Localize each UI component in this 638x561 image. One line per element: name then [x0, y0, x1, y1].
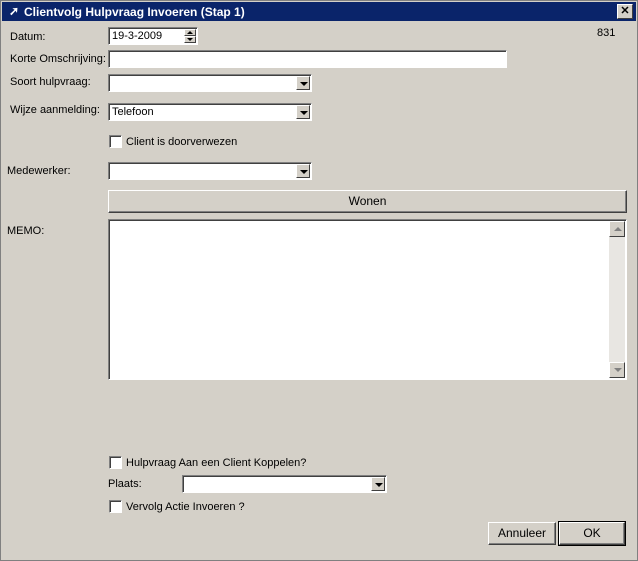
ok-button-label: OK [583, 526, 601, 540]
vervolg-checkbox[interactable] [109, 500, 122, 513]
client-doorverwezen-checkbox[interactable] [109, 135, 122, 148]
datum-value: 19-3-2009 [112, 30, 163, 42]
wijze-aanmelding-label: Wijze aanmelding: [10, 104, 100, 116]
chevron-down-icon[interactable] [296, 164, 310, 178]
title-bar[interactable]: ➚ Clientvolg Hulpvraag Invoeren (Stap 1)… [2, 2, 636, 21]
medewerker-label: Medewerker: [7, 165, 71, 177]
chevron-down-icon[interactable] [296, 76, 310, 90]
memo-textarea[interactable] [108, 219, 627, 380]
medewerker-select[interactable] [108, 162, 312, 180]
datum-label: Datum: [10, 31, 46, 43]
spin-up-icon[interactable] [184, 29, 196, 36]
soort-hulpvraag-label: Soort hulpvraag: [10, 76, 91, 88]
plaats-label: Plaats: [108, 478, 142, 490]
app-icon: ➚ [8, 4, 20, 18]
wonen-button-label: Wonen [348, 194, 387, 208]
client-doorverwezen-label[interactable]: Client is doorverwezen [126, 136, 237, 148]
datum-spinner[interactable] [184, 29, 196, 43]
dialog-window: ➚ Clientvolg Hulpvraag Invoeren (Stap 1)… [0, 0, 638, 561]
koppelen-label[interactable]: Hulpvraag Aan een Client Koppelen? [126, 457, 306, 469]
wijze-aanmelding-value: Telefoon [112, 106, 154, 118]
memo-label: MEMO: [7, 225, 45, 237]
scroll-down-icon[interactable] [609, 362, 625, 378]
wijze-aanmelding-select[interactable]: Telefoon [108, 103, 312, 121]
wonen-button[interactable]: Wonen [108, 190, 627, 213]
window-title: Clientvolg Hulpvraag Invoeren (Stap 1) [24, 5, 245, 19]
chevron-down-icon[interactable] [296, 105, 310, 119]
ok-button[interactable]: OK [558, 521, 626, 546]
korte-omschrijving-input[interactable] [108, 50, 507, 68]
cancel-button[interactable]: Annuleer [488, 522, 556, 545]
koppelen-checkbox[interactable] [109, 456, 122, 469]
cancel-button-label: Annuleer [497, 526, 547, 540]
datum-field[interactable]: 19-3-2009 [108, 27, 198, 45]
chevron-down-icon[interactable] [371, 477, 385, 491]
record-number: 831 [597, 27, 616, 39]
close-button[interactable]: ✕ [617, 4, 633, 19]
plaats-select[interactable] [182, 475, 387, 493]
vervolg-label[interactable]: Vervolg Actie Invoeren ? [126, 501, 245, 513]
soort-hulpvraag-select[interactable] [108, 74, 312, 92]
scroll-up-icon[interactable] [609, 221, 625, 237]
memo-scrollbar[interactable] [609, 221, 625, 378]
close-icon: ✕ [620, 5, 630, 17]
korte-omschrijving-label: Korte Omschrijving: [10, 53, 106, 65]
spin-down-icon[interactable] [184, 36, 196, 43]
